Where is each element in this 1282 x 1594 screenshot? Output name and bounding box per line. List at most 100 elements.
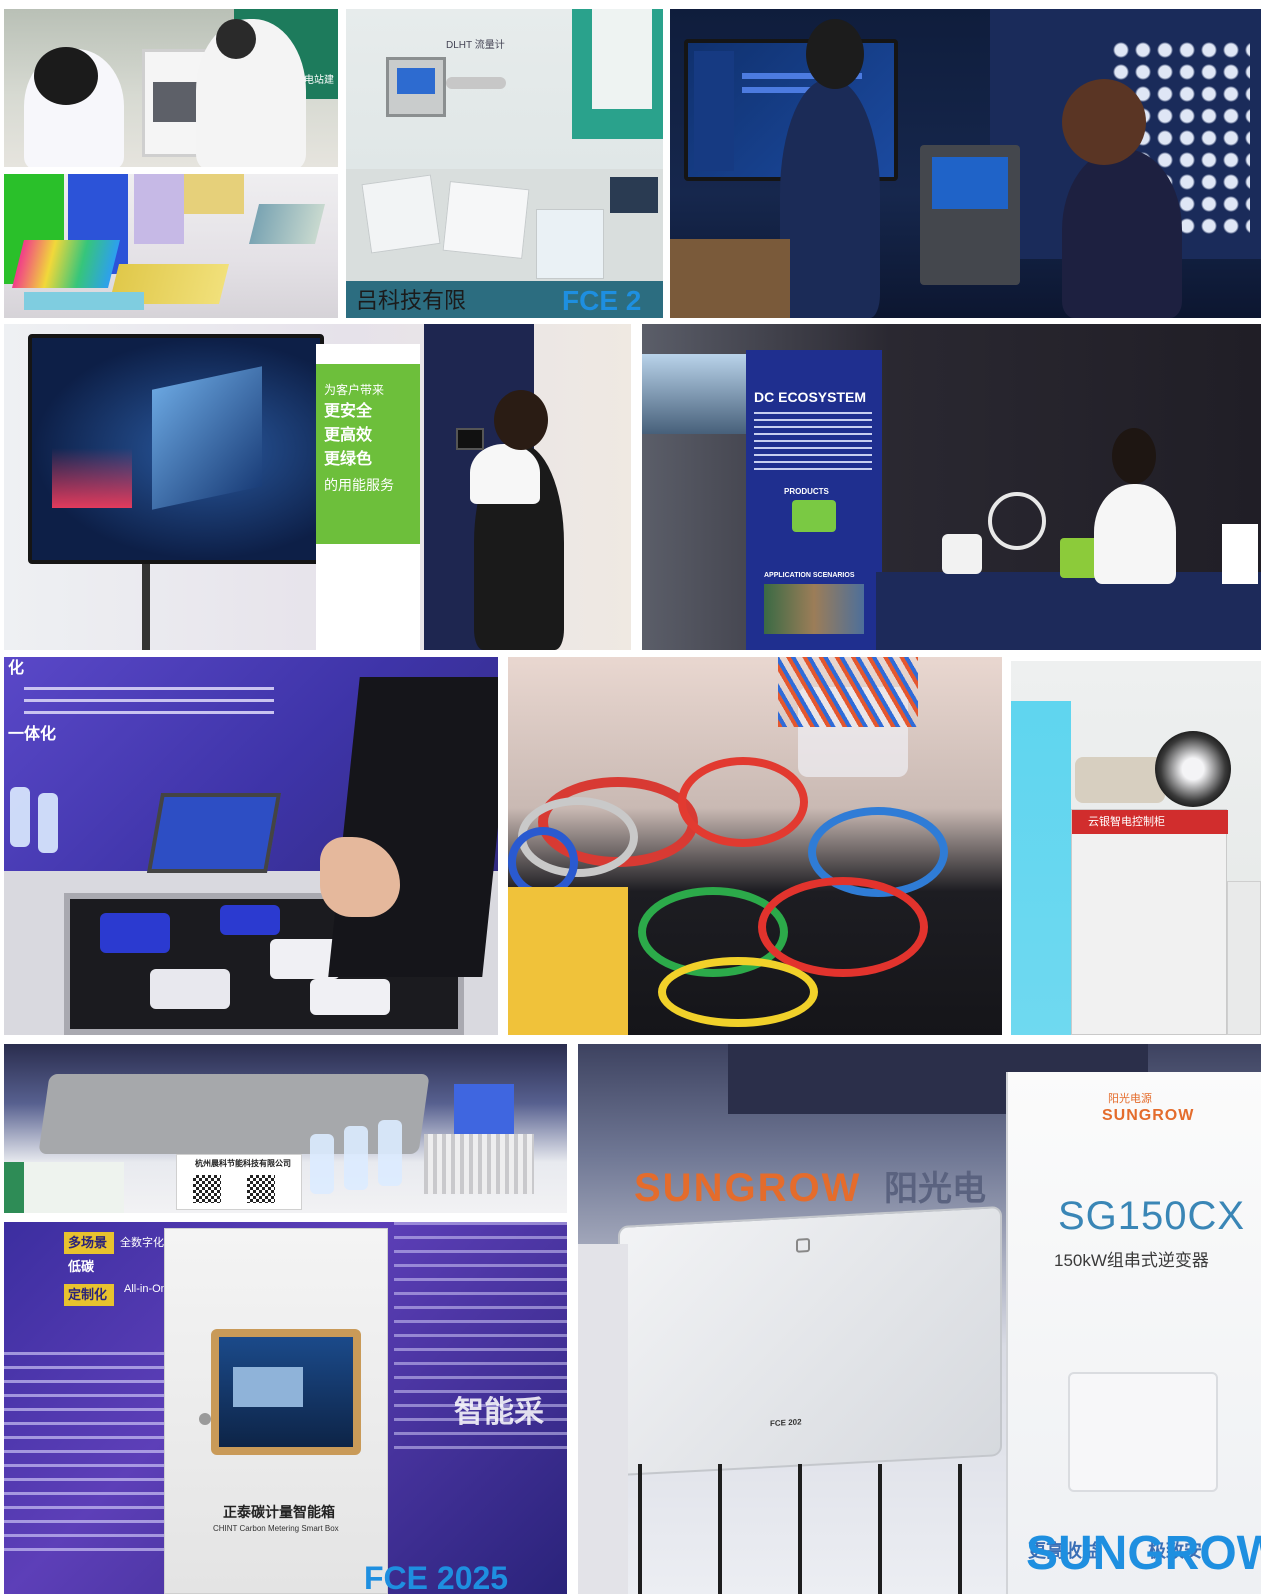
company-card-name: 杭州晨科节能科技有限公司 <box>195 1159 291 1168</box>
water-bottle-1 <box>10 787 30 847</box>
wall-text-left <box>4 1352 164 1552</box>
photo-energy-dashboard-booth: 为客户带来 更安全 更高效 更绿色 的用能服务 <box>4 324 631 650</box>
water-bottle-2 <box>38 793 58 853</box>
banner-line-4: 更绿色 <box>324 451 373 468</box>
box-title-en: CHINT Carbon Metering Smart Box <box>213 1524 339 1533</box>
qr-code-1 <box>193 1175 221 1203</box>
photo-dc-ecosystem-booth: DC ECOSYSTEM PRODUCTS APPLICATION SCENAR… <box>642 324 1261 650</box>
backdrop-poster <box>592 9 652 109</box>
wall-text-lines <box>24 687 274 717</box>
side-cabinet <box>1227 881 1261 1035</box>
dashboard-monitor <box>28 334 324 564</box>
brochure-3 <box>536 209 604 279</box>
man-head <box>806 19 864 89</box>
banner-line-1: 为客户带来 <box>324 383 385 397</box>
wall-logo-sungrow: SUNGROW <box>634 1166 862 1210</box>
person-hair <box>34 47 98 105</box>
photo-platform-screen-booth <box>670 9 1261 318</box>
brochure-2 <box>442 181 530 259</box>
sg150cx-inverter: FCE 202 <box>618 1205 1002 1477</box>
qr-code-2 <box>247 1175 275 1203</box>
phone <box>456 428 484 450</box>
photo-color-glass-panels <box>4 174 338 318</box>
dc-ecosystem-banner: DC ECOSYSTEM PRODUCTS APPLICATION SCENAR… <box>746 350 882 650</box>
photo-cable-samples-booth <box>508 657 1002 1035</box>
display-counter <box>876 572 1261 650</box>
rainbow-panel <box>12 240 120 288</box>
woman-white-tee <box>1094 484 1176 584</box>
landscape-panel <box>249 204 325 244</box>
solar-photo <box>642 354 746 434</box>
red-coil-2 <box>678 757 808 847</box>
photo-booth-engineers-cabinet: 分布式光伏电站建设 <box>4 9 338 167</box>
cabinet-label: 云银智电控制柜 <box>1088 815 1165 828</box>
yellow-coil <box>658 957 818 1027</box>
heat-sink <box>424 1134 534 1194</box>
kiosk-terminal <box>920 145 1020 285</box>
woman-hair <box>494 390 548 450</box>
side-cabinet <box>578 1244 628 1594</box>
bottle-3 <box>378 1120 402 1186</box>
wall-heading-2: 一体化 <box>8 726 57 743</box>
scenarios-label: APPLICATION SCENARIOS <box>764 572 855 579</box>
flowmeter-label: DLHT 流量计 <box>446 40 505 51</box>
green-brochure <box>4 1162 124 1213</box>
flowmeter-pipe <box>446 77 506 89</box>
banner-product: 150kW组串式逆变器 <box>1054 1251 1209 1270</box>
cardboard-box <box>670 239 790 318</box>
banner-line-3: 更高效 <box>324 427 373 444</box>
white-blouse <box>470 444 540 504</box>
box-title-cn: 正泰碳计量智能箱 <box>223 1504 335 1520</box>
cyan-poster <box>1011 701 1071 1035</box>
photo-chint-carbon-box-booth: 多场景 低碳 定制化 全数字化 All-in-One 智能采 正泰碳计量智能箱 … <box>4 1222 567 1594</box>
wall-heading-1: 化 <box>8 660 25 677</box>
photo-smart-control-cabinet-booth: 云银智电控制柜 <box>1011 661 1261 1035</box>
banner-line-2: 更安全 <box>324 403 373 420</box>
banner-brand-cn: 阳光电源 <box>1108 1093 1152 1105</box>
bottle-2 <box>344 1126 368 1190</box>
photo-sungrow-inverter-booth: SUNGROW 阳光电 FCE 202 阳光电源 SUNGROW SG150CX… <box>578 1044 1261 1594</box>
tag-multi-scene-label: 多场景 <box>68 1235 108 1250</box>
fce-watermark: FCE 2025 <box>364 1560 509 1594</box>
case-lid <box>328 677 498 977</box>
product-box <box>1222 524 1258 584</box>
scenario-photos <box>764 584 864 634</box>
photo-smart-sensor-case-booth: 化 一体化 <box>4 657 498 1035</box>
desk-fan <box>988 492 1046 550</box>
cable-bundle <box>778 657 918 727</box>
gold-panel <box>184 174 244 214</box>
wall-slogan: 智能采 <box>454 1396 544 1429</box>
woman-dark-shirt <box>1062 149 1182 318</box>
device-top-box <box>1075 757 1165 803</box>
banner-brand: SUNGROW <box>1102 1107 1195 1124</box>
products-label: PRODUCTS <box>784 487 829 496</box>
grey-device-lid <box>38 1074 430 1154</box>
teal-panel <box>24 292 144 310</box>
round-light <box>1155 731 1231 807</box>
banner-line-5: 的用能服务 <box>324 477 394 493</box>
solar-panel-small <box>610 177 658 213</box>
control-cabinet: 云银智电控制柜 <box>1071 809 1228 1035</box>
company-card: 杭州晨科节能科技有限公司 <box>176 1154 302 1210</box>
lock <box>199 1413 211 1425</box>
monitor-stand <box>142 564 150 650</box>
red-coil-3 <box>758 877 928 977</box>
power-station-icon <box>792 500 836 532</box>
laptop-screen <box>146 793 282 873</box>
photo-flowmeter-booth: DLHT 流量计 吕科技有限 FCE 2 <box>346 9 663 318</box>
touch-screen <box>219 1337 353 1447</box>
inverter-brand: FCE 202 <box>770 1417 802 1429</box>
inverter-stand <box>638 1464 968 1594</box>
tag-digital: 全数字化 <box>120 1237 164 1249</box>
photo-energy-saving-devices-booth: 杭州晨科节能科技有限公司 <box>4 1044 567 1213</box>
carbon-metering-box: 正泰碳计量智能箱 CHINT Carbon Metering Smart Box <box>164 1228 388 1594</box>
bottle-1 <box>310 1134 334 1194</box>
person-head <box>216 19 256 59</box>
fce-watermark: SUNGROW <box>1026 1527 1261 1580</box>
wall-logo-cn: 阳光电 <box>884 1170 986 1208</box>
rollup-banner: 为客户带来 更安全 更高效 更绿色 的用能服务 <box>316 344 420 650</box>
banner-inverter-image <box>1068 1372 1218 1492</box>
yellow-flyer <box>508 887 628 1035</box>
tag-low-carbon: 低碳 <box>68 1259 95 1274</box>
banner-title: DC ECOSYSTEM <box>754 389 867 405</box>
